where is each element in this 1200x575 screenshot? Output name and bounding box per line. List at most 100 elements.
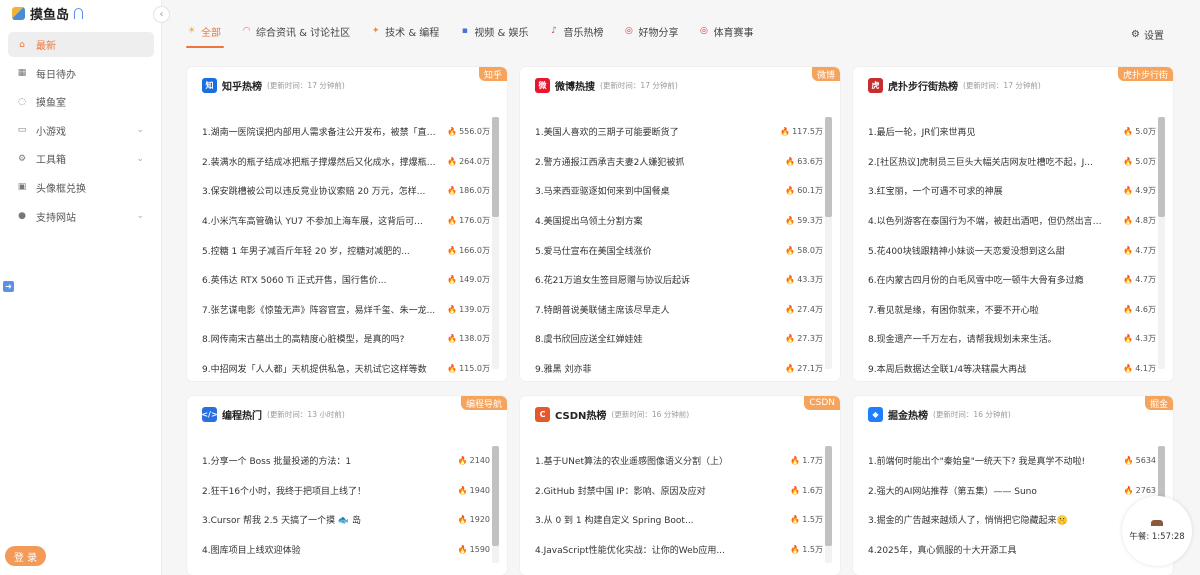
list-item[interactable]: 1.分享一个 Boss 批量投递的方法：1 🔥 2140 bbox=[202, 446, 490, 476]
scrollbar-thumb[interactable] bbox=[492, 117, 499, 217]
arrow-right-icon[interactable]: ➜ bbox=[3, 281, 14, 292]
item-title[interactable]: 2.GitHub 封禁中国 IP：影响、原因及应对 bbox=[535, 484, 770, 497]
item-title[interactable]: 8.现金遗产一千万左右，请帮我规划未来生活。 bbox=[868, 332, 1103, 345]
item-title[interactable]: 4.小米汽车高管确认 YU7 不参加上海车展，这背后可... bbox=[202, 214, 437, 227]
item-title[interactable]: 3.马来西亚驱逐如何来到中国餐桌 bbox=[535, 184, 770, 197]
card-title[interactable]: 掘金热榜 bbox=[888, 407, 928, 422]
item-title[interactable]: 4.以色列游客在泰国行为不端，被赶出酒吧，但仍然出言不... bbox=[868, 214, 1103, 227]
item-title[interactable]: 5.花400块钱跟精神小妹谈一天恋爱没想到这么甜 bbox=[868, 244, 1103, 257]
settings-button[interactable]: ⚙ 设置 bbox=[1131, 27, 1164, 42]
list-item[interactable]: 3.从 0 到 1 构建自定义 Spring Boot... 🔥 1.5万 bbox=[535, 505, 823, 535]
item-title[interactable]: 9.中招网发「人人都」天机提供私急，天机试它这样等数 bbox=[202, 362, 437, 375]
app-logo[interactable]: 摸鱼岛 bbox=[12, 5, 84, 23]
scrollbar[interactable] bbox=[492, 117, 499, 369]
item-title[interactable]: 3.从 0 到 1 构建自定义 Spring Boot... bbox=[535, 513, 770, 526]
list-item[interactable]: 2.狂干16个小时，我终于把项目上线了！ 🔥 1940 bbox=[202, 476, 490, 506]
tab[interactable]: ▪ 视频 & 娱乐 bbox=[459, 22, 529, 40]
tab[interactable]: ☀ 全部 bbox=[186, 22, 224, 48]
list-item[interactable]: 4.美国提出乌领土分割方案 🔥 59.3万 bbox=[535, 206, 823, 236]
list-item[interactable]: 7.张艺谋电影《惊蛰无声》阵容官宣，易烊千玺、朱一龙... 🔥 139.0万 bbox=[202, 295, 490, 325]
list-item[interactable]: 7.看见就是缘，有困你就来，不要不开心啦 🔥 4.6万 bbox=[868, 295, 1156, 325]
item-title[interactable]: 8.网传南宋古墓出土的高精度心脏模型，是真的吗? bbox=[202, 332, 437, 345]
item-title[interactable]: 2.[社区热议]虎制员三巨头大幅关店网友吐槽吃不起，J... bbox=[868, 155, 1103, 168]
item-title[interactable]: 5.控糖 1 年男子减百斤年轻 20 岁，控糖对减肥的... bbox=[202, 244, 437, 257]
list-item[interactable]: 3.Cursor 帮我 2.5 天搞了一个摸 🐟 岛 🔥 1920 bbox=[202, 505, 490, 535]
list-item[interactable]: 9.本周后数据达全联1/4等决辖晨大再战 🔥 4.1万 bbox=[868, 354, 1156, 381]
item-title[interactable]: 2.强大的AI网站推荐（第五集）—— Suno bbox=[868, 484, 1103, 497]
collapse-sidebar-button[interactable]: ‹ bbox=[153, 6, 170, 23]
tab[interactable]: ◎ 体育赛事 bbox=[698, 22, 753, 40]
item-title[interactable]: 6.在内蒙古四月份的白毛风雪中吃一顿牛大骨有多过瘾 bbox=[868, 273, 1103, 286]
sidebar-item[interactable]: ● 支持网站 ⌄ bbox=[8, 204, 154, 229]
item-title[interactable]: 4.图库项目上线欢迎体验 bbox=[202, 543, 437, 556]
item-title[interactable]: 1.分享一个 Boss 批量投递的方法：1 bbox=[202, 454, 437, 467]
list-item[interactable]: 5.花400块钱跟精神小妹谈一天恋爱没想到这么甜 🔥 4.7万 bbox=[868, 235, 1156, 265]
tab[interactable]: ♪ 音乐热榜 bbox=[548, 22, 603, 40]
list-item[interactable]: 8.虞书欣回应送全红婵娃娃 🔥 27.3万 bbox=[535, 324, 823, 354]
item-title[interactable]: 9.雅黑 刘亦菲 bbox=[535, 362, 770, 375]
card-title[interactable]: 微博热搜 bbox=[555, 78, 595, 93]
item-title[interactable]: 2.警方通报江西承吉夫妻2人嫌犯被抓 bbox=[535, 155, 770, 168]
list-item[interactable]: 2.强大的AI网站推荐（第五集）—— Suno 🔥 2763 bbox=[868, 476, 1156, 506]
list-item[interactable]: 4.图库项目上线欢迎体验 🔥 1590 bbox=[202, 535, 490, 565]
login-button[interactable]: 登 录 bbox=[5, 546, 46, 566]
source-tag[interactable]: 编程导航 bbox=[460, 396, 507, 410]
card-title[interactable]: 编程热门 bbox=[222, 407, 262, 422]
item-title[interactable]: 9.本周后数据达全联1/4等决辖晨大再战 bbox=[868, 362, 1103, 375]
list-item[interactable]: 5.控糖 1 年男子减百斤年轻 20 岁，控糖对减肥的... 🔥 166.0万 bbox=[202, 235, 490, 265]
item-title[interactable]: 1.最后一轮，JR们来世再见 bbox=[868, 125, 1103, 138]
list-item[interactable]: 1.基于UNet算法的农业遥感图像语义分割（上） 🔥 1.7万 bbox=[535, 446, 823, 476]
sidebar-item[interactable]: ▣ 头像框兑换 bbox=[8, 175, 154, 200]
list-item[interactable]: 5.分享一个拥有好几个 Agent 的超级AI助手🔥1550 bbox=[202, 564, 490, 575]
list-item[interactable]: 9.中招网发「人人都」天机提供私急，天机试它这样等数 🔥 115.0万 bbox=[202, 354, 490, 381]
list-item[interactable]: 4.JavaScript性能优化实战：让你的Web应用... 🔥 1.5万 bbox=[535, 535, 823, 565]
item-title[interactable]: 8.虞书欣回应送全红婵娃娃 bbox=[535, 332, 770, 345]
item-title[interactable]: 3.Cursor 帮我 2.5 天搞了一个摸 🐟 岛 bbox=[202, 513, 437, 526]
scrollbar[interactable] bbox=[1158, 117, 1165, 369]
card-title[interactable]: 知乎热榜 bbox=[222, 78, 262, 93]
item-title[interactable]: 1.基于UNet算法的农业遥感图像语义分割（上） bbox=[535, 454, 770, 467]
source-tag[interactable]: 掘金 bbox=[1144, 396, 1173, 410]
list-item[interactable]: 7.特朗普说美联储主席该尽早走人 🔥 27.4万 bbox=[535, 295, 823, 325]
item-title[interactable]: 5.爱马仕宣布在美国全线涨价 bbox=[535, 244, 770, 257]
scrollbar[interactable] bbox=[825, 446, 832, 563]
list-item[interactable]: 3.保安跳槽被公司以违反竞业协议索赔 20 万元，怎样... 🔥 186.0万 bbox=[202, 176, 490, 206]
sidebar-item[interactable]: ◌ 摸鱼室 bbox=[8, 89, 154, 114]
list-item[interactable]: 2.装满水的瓶子结成冰把瓶子撑爆然后又化成水，撑爆瓶子... 🔥 264.0万 bbox=[202, 147, 490, 177]
list-item[interactable]: 6.英伟达 RTX 5060 Ti 正式开售，国行售价... 🔥 149.0万 bbox=[202, 265, 490, 295]
list-item[interactable]: 4.2025年，真心佩服的十大开源工具 bbox=[868, 535, 1156, 565]
item-title[interactable]: 3.保安跳槽被公司以违反竞业协议索赔 20 万元，怎样... bbox=[202, 184, 437, 197]
source-tag[interactable]: 微博 bbox=[811, 67, 840, 81]
item-title[interactable]: 4.JavaScript性能优化实战：让你的Web应用... bbox=[535, 543, 770, 556]
item-title[interactable]: 4.2025年，真心佩服的十大开源工具 bbox=[868, 543, 1103, 556]
sidebar-item[interactable]: ⌂ 最新 bbox=[8, 32, 154, 57]
list-item[interactable]: 1.最后一轮，JR们来世再见 🔥 5.0万 bbox=[868, 117, 1156, 147]
list-item[interactable]: 1.前端何时能出个"秦始皇"一统天下? 我是真学不动啦! 🔥 5634 bbox=[868, 446, 1156, 476]
list-item[interactable]: 1.美国人喜欢的三期子可能要断货了 🔥 117.5万 bbox=[535, 117, 823, 147]
list-item[interactable]: 5.如何实现自定义输入 Java 的 Stream 管道式...🔥1.4万 bbox=[535, 564, 823, 575]
scrollbar[interactable] bbox=[492, 446, 499, 563]
scrollbar-thumb[interactable] bbox=[1158, 117, 1165, 217]
item-title[interactable]: 1.美国人喜欢的三期子可能要断货了 bbox=[535, 125, 770, 138]
tab[interactable]: ◠ 综合资讯 & 讨论社区 bbox=[241, 22, 351, 40]
item-title[interactable]: 6.英伟达 RTX 5060 Ti 正式开售，国行售价... bbox=[202, 273, 437, 286]
item-title[interactable]: 4.美国提出乌领土分割方案 bbox=[535, 214, 770, 227]
item-title[interactable]: 1.前端何时能出个"秦始皇"一统天下? 我是真学不动啦! bbox=[868, 454, 1103, 467]
item-title[interactable]: 7.特朗普说美联储主席该尽早走人 bbox=[535, 303, 770, 316]
clock-widget[interactable]: 午餐: 1:57:28 bbox=[1122, 496, 1192, 566]
source-tag[interactable]: 虎扑步行街 bbox=[1117, 67, 1173, 81]
list-item[interactable]: 6.在内蒙古四月份的白毛风雪中吃一顿牛大骨有多过瘾 🔥 4.7万 bbox=[868, 265, 1156, 295]
sidebar-item[interactable]: ▦ 每日待办 bbox=[8, 61, 154, 86]
list-item[interactable]: 4.以色列游客在泰国行为不端，被赶出酒吧，但仍然出言不... 🔥 4.8万 bbox=[868, 206, 1156, 236]
list-item[interactable]: 3.红宝丽，一个可遇不可求的神展 🔥 4.9万 bbox=[868, 176, 1156, 206]
item-title[interactable]: 1.湖南一医院误把内部用人需求备注公开发布，被禁「直白... bbox=[202, 125, 437, 138]
list-item[interactable]: 4.小米汽车高管确认 YU7 不参加上海车展，这背后可... 🔥 176.0万 bbox=[202, 206, 490, 236]
sidebar-item[interactable]: ⚙ 工具箱 ⌄ bbox=[8, 146, 154, 171]
scrollbar-thumb[interactable] bbox=[825, 117, 832, 217]
list-item[interactable]: 5.爱马仕宣布在美国全线涨价 🔥 58.0万 bbox=[535, 235, 823, 265]
item-title[interactable]: 2.狂干16个小时，我终于把项目上线了！ bbox=[202, 484, 437, 497]
item-title[interactable]: 6.花21万追女生签目愿赠与协议后起诉 bbox=[535, 273, 770, 286]
list-item[interactable]: 8.网传南宋古墓出土的高精度心脏模型，是真的吗? 🔥 138.0万 bbox=[202, 324, 490, 354]
list-item[interactable]: 9.雅黑 刘亦菲 🔥 27.1万 bbox=[535, 354, 823, 381]
item-title[interactable]: 3.掘金的广告越来越烦人了，悄悄把它隐藏起来🤫 bbox=[868, 513, 1103, 526]
